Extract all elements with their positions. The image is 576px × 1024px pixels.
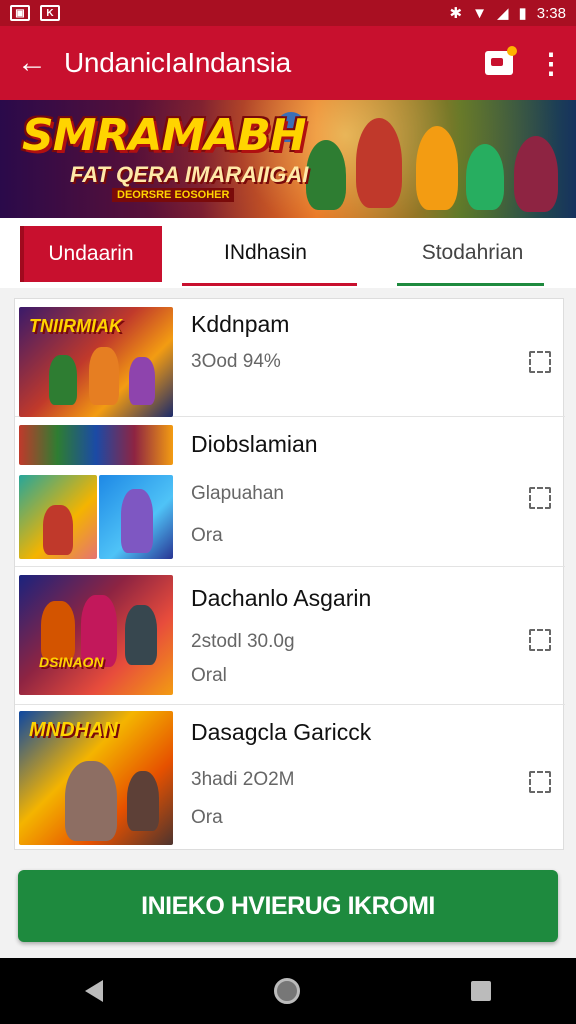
more-options-button[interactable]: ⋮ (526, 26, 576, 100)
item-meta: 3Ood 94% (191, 351, 281, 372)
nav-back-icon[interactable] (85, 980, 104, 1002)
list-item[interactable]: DSINAON Dachanlo Asgarin 2stodl 30.0g Or… (15, 567, 565, 705)
list-item[interactable]: MNDHAN Dasagcla Garicck 3hadi 2O2M Ora (15, 705, 565, 851)
status-bar: ▣ K ✱ ▼ ◢ ▮ 3:38 (0, 0, 576, 26)
game-thumbnail (19, 475, 97, 559)
item-sub: Ora (191, 807, 223, 828)
cast-button[interactable] (472, 26, 526, 100)
download-icon[interactable] (529, 351, 551, 373)
bluetooth-icon: ✱ (449, 5, 463, 22)
back-button[interactable]: ← (0, 26, 64, 100)
signal-icon: ◢ (496, 5, 509, 22)
download-icon[interactable] (529, 629, 551, 651)
wifi-icon: ▼ (472, 4, 487, 22)
game-thumbnail: TNIIRMIAK (19, 307, 173, 417)
download-icon[interactable] (529, 487, 551, 509)
status-time: 3:38 (536, 4, 566, 22)
thumbnail-title: DSINAON (39, 654, 104, 670)
item-meta: Glapuahan (191, 483, 284, 504)
app-bar: ← UndanicIaIndansia ⋮ (0, 26, 576, 100)
hero-tag: DEORSRE EOSOHER (112, 188, 235, 202)
primary-action-button[interactable]: INIEKO HVIERUG IKROMI (18, 870, 558, 942)
list-item[interactable]: Diobslamian Glapuahan Ora (15, 417, 565, 567)
game-list: TNIIRMIAK Kddnpam 3Ood 94% Diobslamian G… (14, 298, 565, 851)
back-arrow-icon: ← (17, 46, 47, 79)
tab-undaarin[interactable]: Undaarin (20, 226, 162, 282)
item-title: Diobslamian (191, 431, 318, 457)
download-icon[interactable] (529, 771, 551, 793)
tab-stodahrian[interactable]: Stodahrian (369, 218, 576, 288)
hero-banner[interactable]: SMRAMABH FAT QERA IMARAIIGAI DEORSRE EOS… (0, 100, 576, 218)
item-title: Dasagcla Garicck (191, 719, 372, 745)
game-thumbnail: MNDHAN (19, 711, 173, 845)
game-thumbnail-strip (19, 425, 173, 465)
tab-indhasin[interactable]: INdhasin (162, 218, 369, 288)
hero-title: SMRAMABH (22, 110, 307, 161)
page-title: UndanicIaIndansia (64, 47, 291, 78)
battery-icon: ▮ (518, 5, 527, 22)
thumbnail-title: TNIIRMIAK (29, 316, 122, 336)
hero-subtitle: FAT QERA IMARAIIGAI (70, 162, 309, 187)
game-thumbnail: DSINAON (19, 575, 173, 695)
thumbnail-title: MNDHAN (29, 719, 118, 741)
item-title: Kddnpam (191, 311, 290, 337)
hero-characters (276, 100, 576, 218)
nav-recent-icon[interactable] (470, 981, 491, 1001)
cast-icon (485, 46, 517, 75)
item-meta: 2stodl 30.0g (191, 631, 295, 652)
item-sub: Ora (191, 525, 223, 546)
item-meta: 3hadi 2O2M (191, 769, 295, 790)
item-title: Dachanlo Asgarin (191, 585, 372, 611)
list-item[interactable]: TNIIRMIAK Kddnpam 3Ood 94% (15, 299, 565, 417)
gallery-notification-icon: ▣ (10, 5, 30, 21)
system-nav-bar (0, 958, 576, 1024)
game-thumbnail (99, 475, 173, 559)
item-sub: Oral (191, 665, 227, 686)
more-vert-icon: ⋮ (537, 47, 565, 79)
nav-home-icon[interactable] (273, 978, 300, 1004)
tab-bar: Undaarin INdhasin Stodahrian (0, 218, 576, 288)
app-notification-icon: K (40, 5, 60, 21)
